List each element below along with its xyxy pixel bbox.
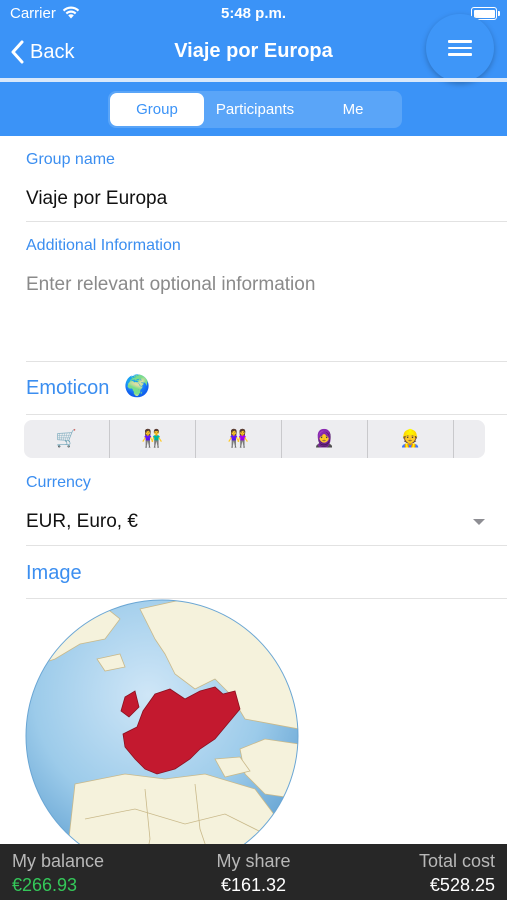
divider — [26, 221, 507, 222]
group-image[interactable] — [25, 599, 299, 873]
emoji-option-worker[interactable]: 👷 — [368, 420, 454, 458]
emoji-option-headscarf[interactable]: 🧕 — [282, 420, 368, 458]
additional-info-input[interactable]: Enter relevant optional information — [26, 274, 315, 296]
tab-me[interactable]: Me — [306, 93, 400, 126]
emoticon-label: Emoticon — [26, 377, 110, 399]
dropdown-arrow-icon[interactable] — [473, 519, 485, 525]
navigation-bar: Carrier 5:48 p.m. Back Viaje por Europa … — [0, 0, 507, 136]
group-name-label: Group name — [26, 151, 115, 168]
group-name-input[interactable]: Viaje por Europa — [26, 188, 167, 210]
hamburger-icon — [448, 36, 472, 60]
divider — [26, 414, 507, 415]
emoji-option-couple[interactable]: 👫 — [110, 420, 196, 458]
total-cost-label: Total cost — [418, 851, 495, 871]
segmented-control: Group Participants Me — [108, 91, 402, 128]
divider — [26, 545, 507, 546]
emoticon-picker: 🛒 👫 👭 🧕 👷 — [24, 420, 485, 458]
emoji-option-cart[interactable]: 🛒 — [24, 420, 110, 458]
currency-label: Currency — [26, 474, 91, 491]
image-label: Image — [26, 562, 82, 584]
tab-participants[interactable]: Participants — [208, 93, 302, 126]
total-cost-value: €528.25 — [429, 875, 495, 895]
emoji-option-women[interactable]: 👭 — [196, 420, 282, 458]
header-divider — [0, 78, 507, 82]
globe-emoji-icon[interactable]: 🌍 — [124, 375, 150, 399]
tab-group[interactable]: Group — [110, 93, 204, 126]
divider — [26, 361, 507, 362]
additional-info-label: Additional Information — [26, 237, 181, 254]
clock-text: 5:48 p.m. — [220, 5, 287, 22]
status-bar: Carrier 5:48 p.m. — [0, 0, 507, 28]
balance-footer: My balance €266.93 My share €161.32 Tota… — [0, 844, 507, 900]
currency-select[interactable]: EUR, Euro, € — [26, 511, 138, 533]
menu-button[interactable] — [426, 14, 494, 82]
